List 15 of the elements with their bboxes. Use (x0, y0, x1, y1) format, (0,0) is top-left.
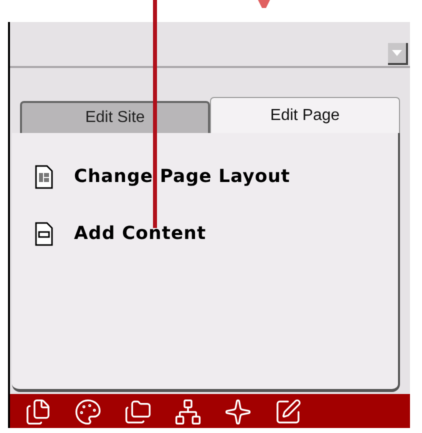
sparkle-icon[interactable] (224, 398, 252, 426)
menu-item[interactable]: Add Content (34, 220, 206, 247)
folders-icon[interactable] (124, 398, 152, 426)
menu-item[interactable]: Change Page Layout (34, 163, 290, 190)
caret-icon (392, 50, 402, 56)
document-icon (34, 222, 54, 246)
network-icon[interactable] (174, 398, 202, 426)
tab[interactable]: Edit Site (20, 101, 210, 133)
edit-icon[interactable] (274, 398, 302, 426)
dropdown-button[interactable] (388, 43, 408, 65)
pages-icon[interactable] (24, 398, 52, 426)
annotation-mark (258, 0, 270, 8)
tab[interactable]: Edit Page (210, 97, 400, 133)
document-icon (34, 164, 54, 188)
palette-icon[interactable] (74, 398, 102, 426)
